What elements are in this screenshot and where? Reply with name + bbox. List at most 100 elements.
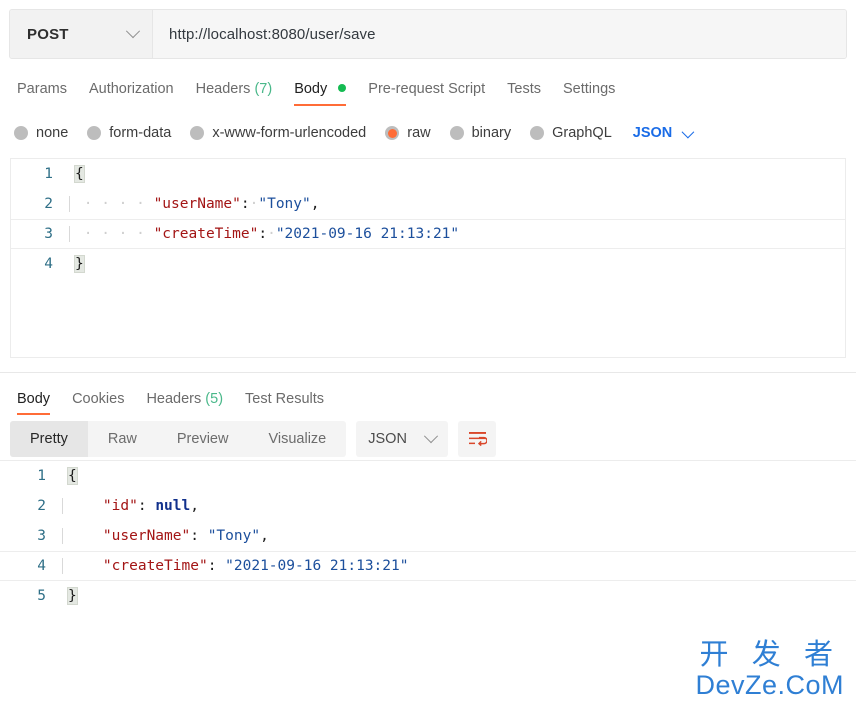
json-comma: , — [260, 528, 269, 544]
response-tab-test-results-label: Test Results — [245, 391, 325, 407]
json-key: "userName" — [153, 196, 241, 212]
line-number: 4 — [37, 558, 46, 574]
tab-body-label: Body — [294, 81, 328, 97]
tab-tests[interactable]: Tests — [496, 80, 552, 109]
json-key: "id" — [102, 498, 138, 514]
line-number: 3 — [37, 528, 46, 544]
json-colon: : — [258, 226, 268, 242]
json-null-value: null — [155, 498, 191, 514]
view-mode-preview[interactable]: Preview — [157, 421, 249, 457]
response-tab-headers[interactable]: Headers (5) — [135, 390, 234, 418]
body-type-options: none form-data x-www-form-urlencoded raw… — [0, 109, 856, 150]
code-content: } — [69, 255, 85, 273]
code-content: "userName": "Tony", — [62, 528, 269, 544]
line-number: 3 — [44, 226, 53, 242]
json-colon: : — [207, 558, 226, 574]
code-line: 4 } — [11, 249, 845, 279]
indent-guide — [69, 196, 70, 212]
line-number: 1 — [37, 468, 46, 484]
brace-close: } — [67, 587, 78, 605]
indent-guide — [62, 498, 63, 514]
code-line: 1 { — [11, 159, 845, 189]
view-mode-raw-label: Raw — [107, 431, 137, 447]
response-format-select[interactable]: JSON — [356, 421, 449, 457]
body-type-form-data[interactable]: form-data — [87, 125, 171, 141]
chevron-down-icon — [424, 429, 439, 444]
body-type-graphql[interactable]: GraphQL — [530, 125, 612, 141]
tab-pre-request-script-label: Pre-request Script — [368, 81, 486, 97]
indent-guide — [69, 226, 70, 242]
tab-settings-label: Settings — [562, 81, 616, 97]
tab-authorization[interactable]: Authorization — [78, 80, 185, 109]
body-format-label: JSON — [632, 125, 673, 141]
code-content: "createTime": "2021-09-16 21:13:21" — [62, 558, 408, 574]
indent-dots: · · · · — [75, 196, 154, 212]
response-tab-headers-count: (5) — [205, 391, 224, 407]
brace-close: } — [74, 255, 85, 273]
line-number: 1 — [44, 166, 53, 182]
line-number: 2 — [44, 196, 53, 212]
chevron-down-icon — [681, 125, 695, 138]
json-colon: : — [240, 196, 250, 212]
body-type-raw[interactable]: raw — [385, 125, 431, 141]
json-colon: : — [137, 498, 156, 514]
tab-body[interactable]: Body — [283, 80, 357, 109]
tab-headers-count: (7) — [254, 81, 273, 97]
response-tab-cookies[interactable]: Cookies — [61, 390, 135, 418]
body-present-dot-icon — [338, 84, 347, 92]
response-tab-test-results[interactable]: Test Results — [234, 390, 335, 418]
body-type-none[interactable]: none — [14, 125, 68, 141]
code-line: 2 · · · · "userName":·"Tony", — [11, 189, 845, 219]
json-string-value: "2021-09-16 21:13:21" — [225, 558, 409, 574]
request-body-editor[interactable]: 1 { 2 · · · · "userName":·"Tony", 3 · · … — [10, 158, 846, 358]
radio-icon — [14, 126, 28, 140]
view-mode-visualize[interactable]: Visualize — [248, 421, 346, 457]
line-number: 5 — [37, 588, 46, 604]
view-mode-raw[interactable]: Raw — [88, 421, 157, 457]
tab-authorization-label: Authorization — [88, 81, 174, 97]
tab-pre-request-script[interactable]: Pre-request Script — [357, 80, 496, 109]
view-mode-visualize-label: Visualize — [268, 431, 327, 447]
code-content: · · · · "userName":·"Tony", — [69, 196, 319, 212]
watermark-domain-text: DevZe.CoM — [695, 670, 844, 700]
body-format-select[interactable]: JSON — [632, 125, 695, 141]
brace-open: { — [67, 467, 78, 485]
response-tab-cookies-label: Cookies — [72, 391, 125, 407]
line-number: 4 — [44, 256, 53, 272]
line-number: 2 — [37, 498, 46, 514]
tab-settings[interactable]: Settings — [552, 80, 626, 109]
json-comma: , — [190, 498, 199, 514]
view-mode-pretty[interactable]: Pretty — [10, 421, 88, 457]
response-body-editor[interactable]: 1 { 2 "id": null, 3 "userName": "Tony", … — [0, 460, 856, 661]
tab-params[interactable]: Params — [6, 80, 78, 109]
response-tab-body[interactable]: Body — [6, 390, 61, 418]
code-content: { — [62, 467, 78, 485]
request-response-divider — [0, 372, 856, 373]
response-tab-body-label: Body — [17, 391, 51, 407]
body-type-raw-label: raw — [407, 125, 431, 141]
json-key: "userName" — [102, 528, 191, 544]
code-line: 1 { — [0, 461, 856, 491]
response-view-toolbar: Pretty Raw Preview Visualize JSON — [0, 418, 856, 460]
code-line: 3 "userName": "Tony", — [0, 521, 856, 551]
request-url-bar: POST http://localhost:8080/user/save — [9, 9, 847, 59]
response-tabs: Body Cookies Headers (5) Test Results — [0, 380, 856, 418]
view-mode-pretty-label: Pretty — [30, 431, 68, 447]
tab-headers-label: Headers — [195, 81, 251, 97]
body-type-urlencoded-label: x-www-form-urlencoded — [212, 125, 367, 141]
code-line-active: 4 "createTime": "2021-09-16 21:13:21" — [0, 551, 856, 581]
tab-headers[interactable]: Headers (7) — [185, 80, 284, 109]
http-method-label: POST — [27, 25, 69, 43]
url-input[interactable]: http://localhost:8080/user/save — [153, 10, 846, 58]
body-type-urlencoded[interactable]: x-www-form-urlencoded — [190, 125, 366, 141]
response-tab-headers-label: Headers — [146, 391, 202, 407]
word-wrap-button[interactable] — [458, 421, 497, 457]
space-dot: · — [267, 226, 276, 242]
response-format-label: JSON — [368, 431, 407, 447]
code-content: "id": null, — [62, 498, 199, 514]
http-method-select[interactable]: POST — [10, 10, 153, 58]
body-type-binary[interactable]: binary — [449, 125, 511, 141]
brace-open: { — [74, 165, 85, 183]
tab-tests-label: Tests — [507, 81, 541, 97]
radio-icon — [449, 126, 464, 140]
